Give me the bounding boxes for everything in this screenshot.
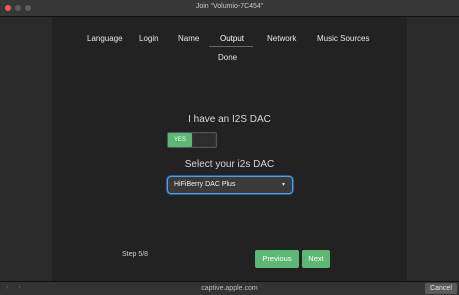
active-tab-indicator [209,46,253,47]
tab-network[interactable]: Network [267,34,296,43]
wizard-panel: Language Login Name Output Network Music… [52,17,407,281]
i2s-toggle[interactable]: YES [167,132,217,148]
tab-language[interactable]: Language [87,34,123,43]
dac-select[interactable]: HiFiBerry DAC Plus ▾ [167,176,293,194]
tab-output[interactable]: Output [220,34,244,43]
url-label: captive.apple.com [201,285,258,292]
left-sidebar [0,17,52,281]
toggle-yes-label: YES [168,133,192,147]
dac-select-prompt: Select your i2s DAC [184,159,275,170]
cancel-button[interactable]: Cancel [425,283,457,294]
window-titlebar: Join “Volumio-7C454” [0,0,459,17]
right-sidebar [407,17,459,281]
tab-music-sources[interactable]: Music Sources [317,34,369,43]
i2s-question: I have an I2S DAC [188,114,271,125]
bottom-bar: ‹ › captive.apple.com Cancel [0,281,459,295]
chevron-down-icon: ▾ [281,182,285,188]
step-indicator: Step 5/8 [122,251,149,258]
tab-done[interactable]: Done [218,53,237,62]
window-title: Join “Volumio-7C454” [195,3,264,10]
tab-name[interactable]: Name [178,34,199,43]
wizard-tabs: Language Login Name Output Network Music… [52,34,407,47]
tab-login[interactable]: Login [139,34,159,43]
previous-button[interactable]: Previous [255,250,299,268]
dac-select-value: HiFiBerry DAC Plus [174,181,236,188]
toggle-off-side [194,134,214,146]
next-button[interactable]: Next [302,250,330,268]
